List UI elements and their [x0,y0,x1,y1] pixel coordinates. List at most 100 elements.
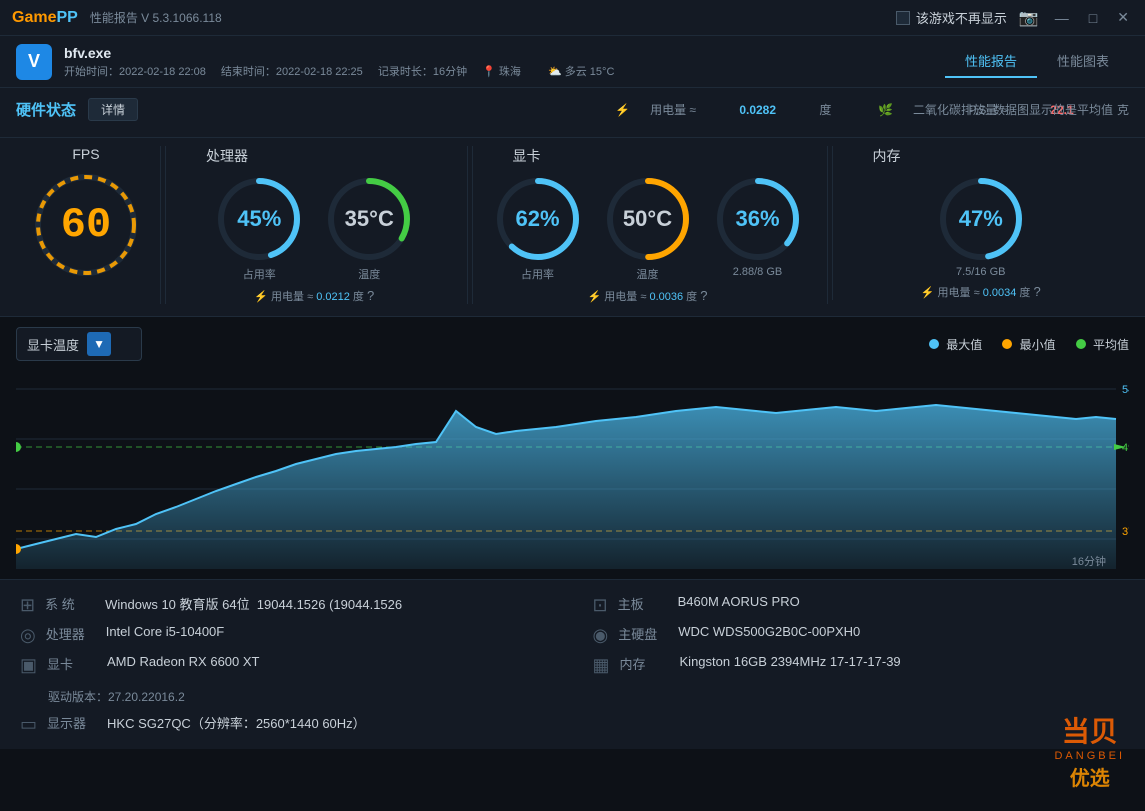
tab-performance-report[interactable]: 性能报告 [945,45,1037,78]
cpu-hw-label: 处理器 [46,624,96,643]
gpu-usage-ring: 62% [493,174,583,264]
cpu-gpu-divider [467,146,468,304]
gpu-temp-gauge: 50°C 温度 [603,174,693,282]
no-show-checkbox[interactable] [896,11,910,25]
co2-icon: 🌿 [878,103,893,117]
svg-text:16分钟: 16分钟 [1072,554,1106,568]
minimize-button[interactable]: — [1051,10,1073,26]
chart-dropdown[interactable]: 显卡温度 ▼ [16,327,142,361]
ram-hw-value: Kingston 16GB 2394MHz 17-17-17-39 [680,654,901,669]
legend-max-dot [929,339,939,349]
power-val: 0.0282 [739,103,776,117]
weather: ⛅ 多云 15°C [548,66,626,78]
chart-legend: 最大值 最小值 平均值 [929,336,1129,353]
gpu-hw-label: 显卡 [47,654,97,676]
cpu-usage-label: 占用率 [243,266,276,282]
sysinfo-row-ram: ▦ 内存 Kingston 16GB 2394MHz 17-17-17-39 [593,654,1126,705]
gpu-gauge-row: 62% 占用率 50°C 温度 [493,174,803,282]
title-version: 性能报告 V 5.3.1066.118 [90,9,222,26]
cpu-hw-value: Intel Core i5-10400F [106,624,225,639]
gpu-usage-label: 占用率 [521,266,554,282]
sysinfo-gpu-main: ▣ 显卡 AMD Radeon RX 6600 XT [20,654,259,676]
sysinfo-row-gpu: ▣ 显卡 AMD Radeon RX 6600 XT 驱动版本：27.20.22… [20,654,553,705]
hw-section: 硬件状态 详情 ⚡ 用电量 ≈ 0.0282 度 🌿 二氧化碳排放量 ≈ 22.… [0,88,1145,138]
hdd-value: WDC WDS500G2B0C-00PXH0 [678,624,860,639]
gpu-vram-gauge: 36% 2.88/8 GB [713,174,803,282]
cpu-temp-ring: 35°C [324,174,414,264]
sysinfo-row-hdd: ◉ 主硬盘 WDC WDS500G2B0C-00PXH0 [593,624,1126,646]
ram-power: ⚡ 用电量 ≈ 0.0034 度 ? [921,284,1041,300]
start-time: 开始时间：2022-02-18 22:08 [64,66,206,78]
svg-text:37: 37 [1122,526,1129,538]
fps-ring: 60 [31,170,141,280]
maximize-button[interactable]: □ [1085,10,1101,26]
chart-area: 54 49.66 37 16分钟 [16,369,1129,569]
chart-dropdown-label: 显卡温度 [27,335,79,354]
title-bar: GamePP 性能报告 V 5.3.1066.118 该游戏不再显示 📷 — □… [0,0,1145,36]
svg-text:49.66: 49.66 [1122,442,1129,454]
sysinfo: ⊞ 系 统 Windows 10 教育版 64位 19044.1526 (190… [0,579,1145,749]
fps-label: FPS [72,146,99,162]
duration: 记录时长：16分钟 [378,66,467,78]
no-show-label[interactable]: 该游戏不再显示 [896,8,1007,27]
title-right: 该游戏不再显示 📷 — □ ✕ [896,8,1133,28]
gpu-hw-icon: ▣ [20,655,37,676]
location: 📍 珠海 [482,66,533,78]
monitor-label: 显示器 [47,713,97,732]
svg-text:54: 54 [1122,384,1129,396]
chart-section: 显卡温度 ▼ 最大值 最小值 平均值 [0,317,1145,579]
legend-min: 最小值 [1002,336,1055,353]
hdd-label: 主硬盘 [618,624,668,643]
tab-performance-chart[interactable]: 性能图表 [1037,45,1129,78]
gpu-vram-label: 2.88/8 GB [733,266,783,278]
cpu-hw-icon: ◎ [20,625,36,646]
gpu-driver: 驱动版本：27.20.22016.2 [48,688,185,705]
sysinfo-row-mb: ⊡ 主板 B460M AORUS PRO [593,594,1126,616]
camera-icon[interactable]: 📷 [1019,8,1039,28]
legend-min-dot [1002,339,1012,349]
sysinfo-row-monitor: ▭ 显示器 HKC SG27QC（分辨率：2560*1440 60Hz） [20,713,553,735]
hw-title: 硬件状态 [16,99,76,120]
game-icon: V [16,44,52,80]
gpu-temp-ring: 50°C [603,174,693,264]
header: V bfv.exe 开始时间：2022-02-18 22:08 结束时间：202… [0,36,1145,88]
watermark: 当贝 DANGBEI 优选 [1054,710,1125,791]
cpu-title: 处理器 [186,146,248,166]
detail-button[interactable]: 详情 [88,98,138,121]
mb-value: B460M AORUS PRO [678,594,800,609]
hdd-icon: ◉ [593,625,609,646]
gpu-power-val: 0.0036 [649,291,683,303]
legend-avg-dot [1076,339,1086,349]
ram-hw-icon: ▦ [593,655,610,676]
ram-usage-label: 7.5/16 GB [956,266,1006,278]
cpu-section: 处理器 45% 占用率 35°C [165,146,463,304]
gpu-power: ⚡ 用电量 ≈ 0.0036 度 ? [588,288,708,304]
logo: GamePP [12,9,78,27]
dropdown-arrow-icon[interactable]: ▼ [87,332,111,356]
legend-avg: 平均值 [1076,336,1129,353]
close-button[interactable]: ✕ [1113,9,1133,26]
mb-label: 主板 [618,594,668,613]
cpu-temp-label: 温度 [358,266,380,282]
gpu-usage-gauge: 62% 占用率 [493,174,583,282]
cpu-gauge-row: 45% 占用率 35°C 温度 [214,174,414,282]
gpu-vram-ring: 36% [713,174,803,264]
game-meta: 开始时间：2022-02-18 22:08 结束时间：2022-02-18 22… [64,63,638,79]
fps-cpu-divider [160,146,161,304]
ram-usage-gauge: 47% 7.5/16 GB [936,174,1026,278]
sysinfo-row-cpu: ◎ 处理器 Intel Core i5-10400F [20,624,553,646]
chart-controls: 显卡温度 ▼ 最大值 最小值 平均值 [16,327,1129,361]
game-info: bfv.exe 开始时间：2022-02-18 22:08 结束时间：2022-… [64,45,638,79]
cpu-usage-gauge: 45% 占用率 [214,174,304,282]
monitor-icon: ▭ [20,714,37,735]
watermark-top: 当贝 [1054,710,1125,750]
ps-note: P.S. 数据图显示的是平均值 [969,101,1113,118]
gauges-row: FPS 60 处理器 45% 占用率 [0,138,1145,317]
gpu-hw-value: AMD Radeon RX 6600 XT [107,654,259,676]
gpu-temp-label: 温度 [637,266,659,282]
gpu-section: 显卡 62% 占用率 50°C [472,146,823,304]
ram-title: 内存 [853,146,901,166]
sysinfo-row-os: ⊞ 系 统 Windows 10 教育版 64位 19044.1526 (190… [20,594,553,616]
cpu-power-val: 0.0212 [316,291,350,303]
sysinfo-empty [593,713,1126,735]
